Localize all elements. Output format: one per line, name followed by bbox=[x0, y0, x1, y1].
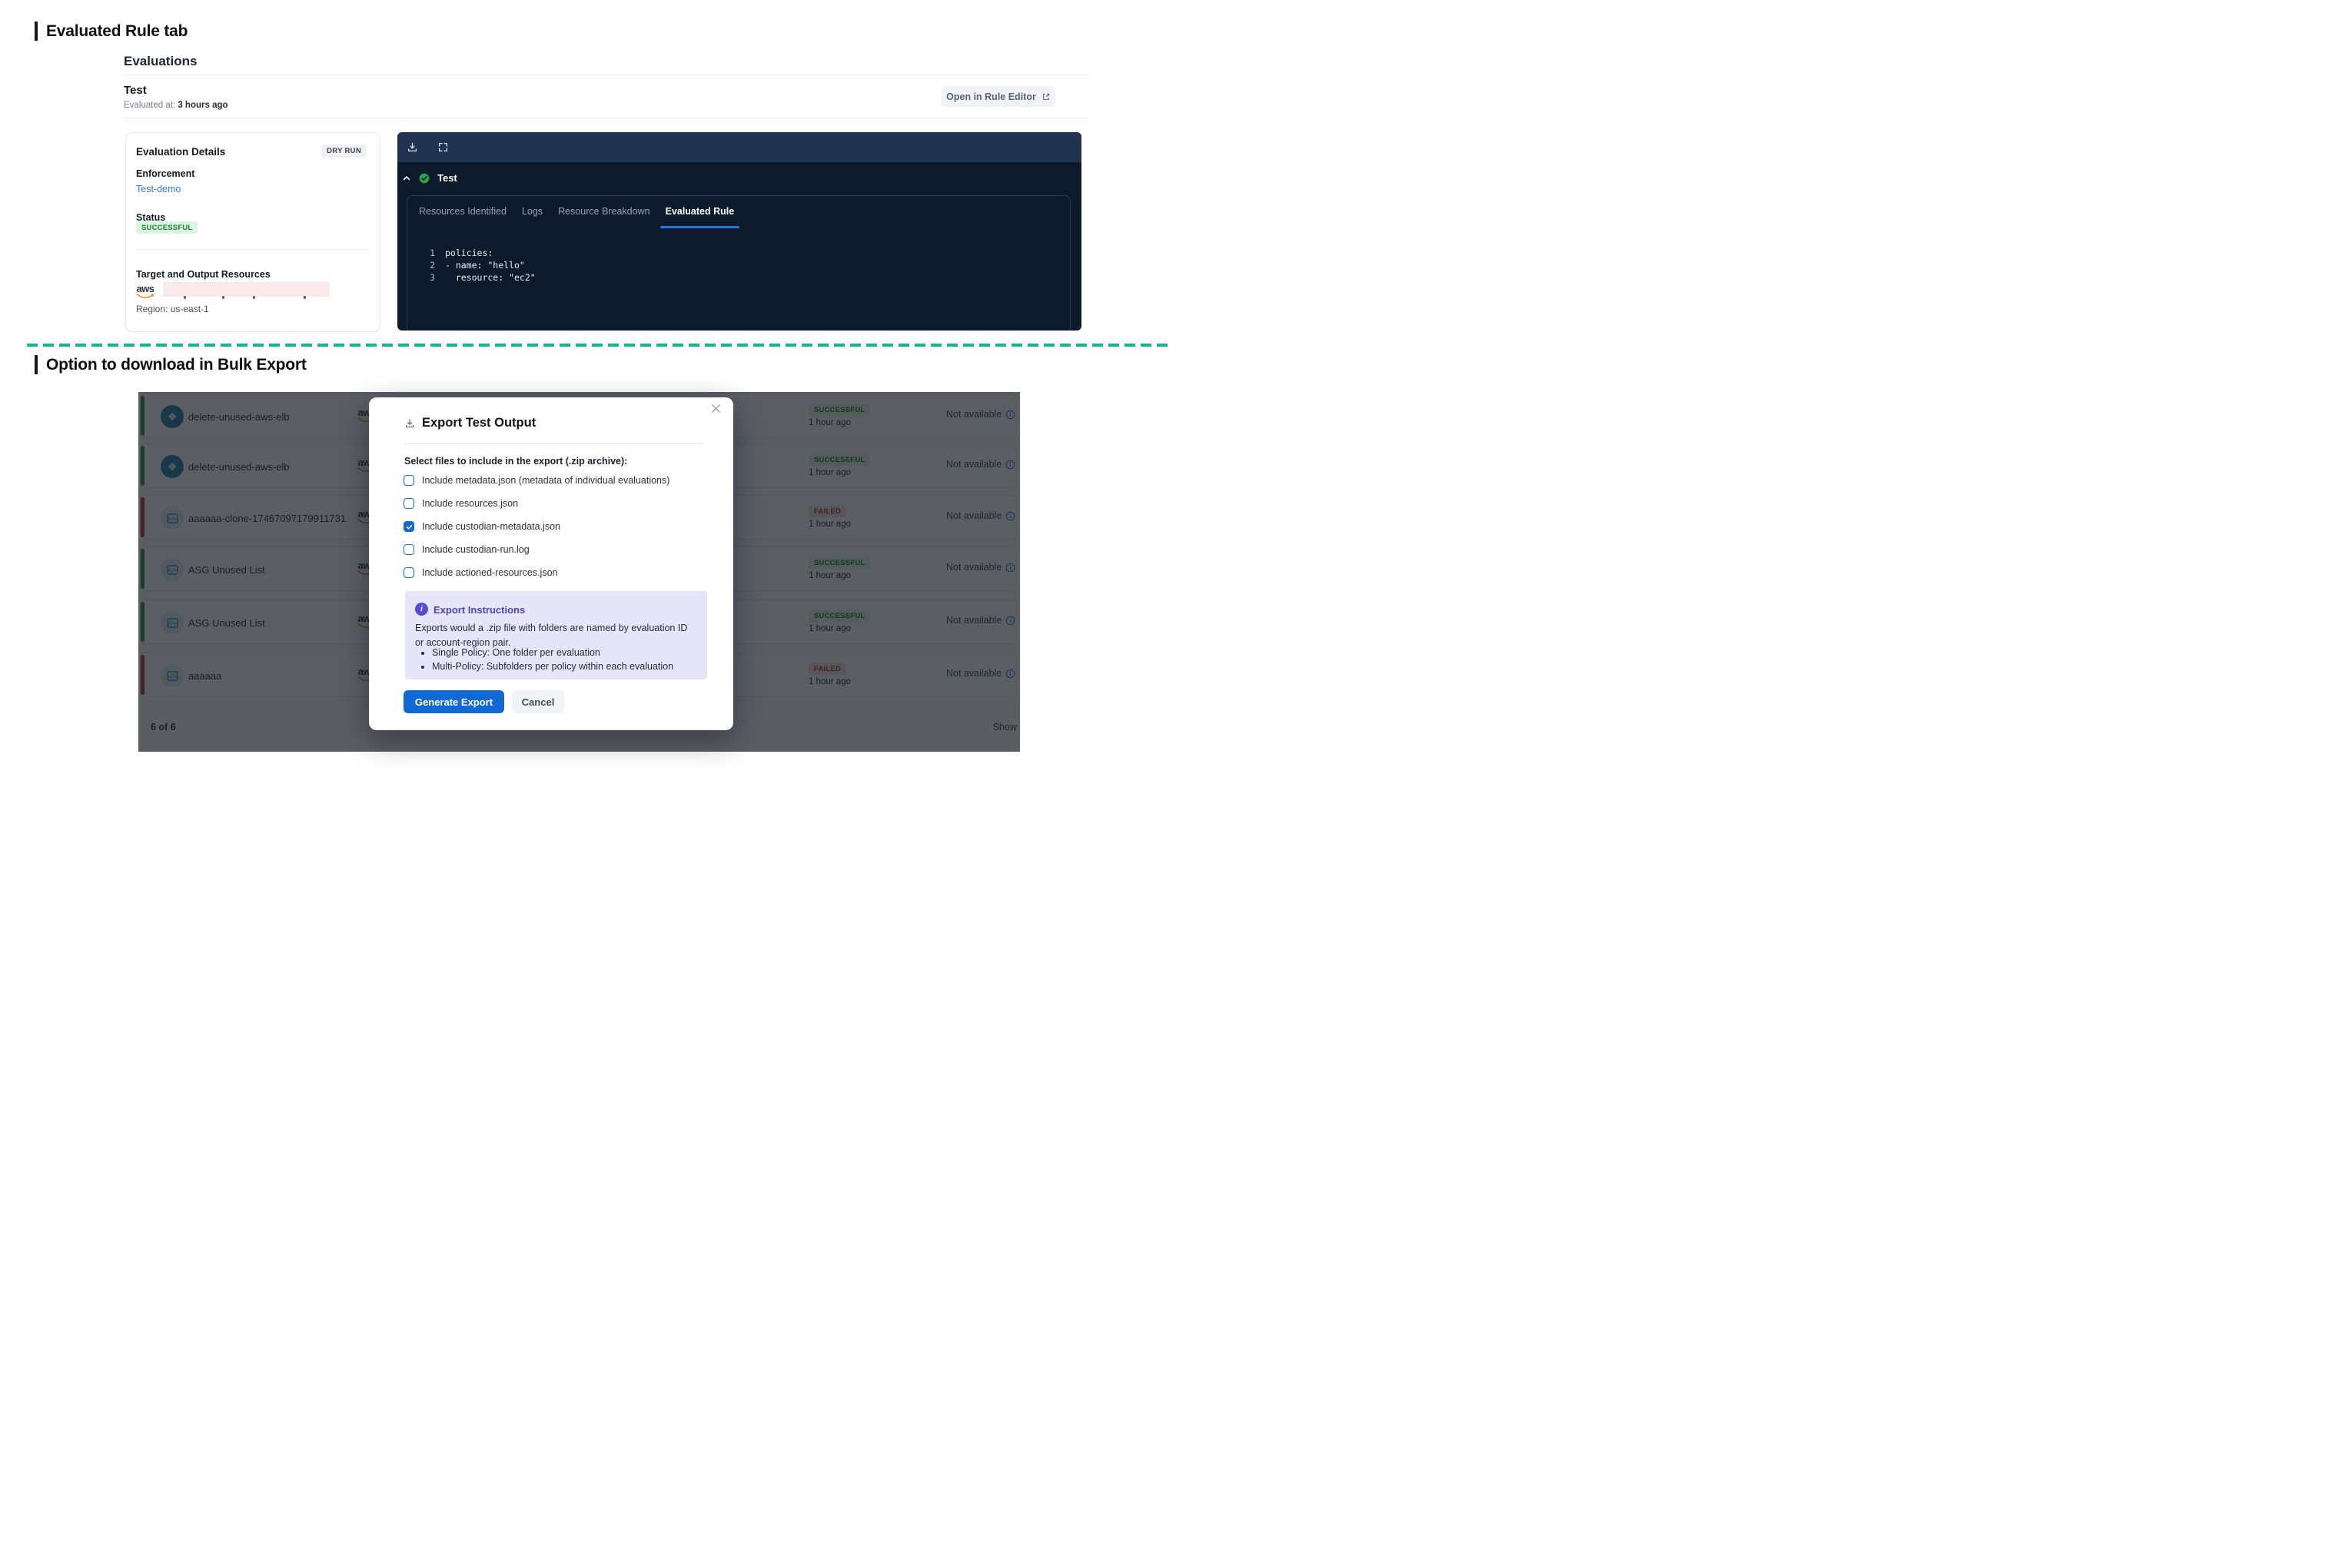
section-title-evaluated-rule: Evaluated Rule tab bbox=[35, 22, 188, 41]
checkbox-include-resources-json[interactable] bbox=[404, 498, 414, 509]
line-number: 3 bbox=[426, 271, 435, 284]
chevron-up-icon[interactable] bbox=[402, 174, 411, 183]
section-title-bulk-export: Option to download in Bulk Export bbox=[35, 355, 307, 374]
line-number: 2 bbox=[426, 259, 435, 271]
redacted-target-name bbox=[163, 282, 330, 297]
region-text: Region: us-east-1 bbox=[136, 304, 209, 314]
checkbox-row: Include resources.json bbox=[404, 498, 518, 509]
card-title: Evaluation Details bbox=[136, 146, 225, 158]
download-icon[interactable] bbox=[407, 141, 418, 153]
instruction-bullet: Single Policy: One folder per evaluation bbox=[432, 646, 673, 660]
checkbox-label: Include metadata.json (metadata of indiv… bbox=[422, 475, 669, 486]
target-resources-label: Target and Output Resources bbox=[136, 269, 271, 280]
viewer-toolbar bbox=[397, 132, 1081, 162]
tab-logs[interactable]: Logs bbox=[522, 206, 543, 218]
aws-logo: aws bbox=[136, 284, 154, 299]
tabs-row: Resources Identified Logs Resource Breakdo… bbox=[419, 206, 734, 218]
line-number: 1 bbox=[426, 247, 435, 259]
modal-title: Export Test Output bbox=[422, 416, 536, 430]
page: Evaluated Rule tab Evaluations Test Eval… bbox=[0, 0, 1176, 784]
checkbox-row: Include custodian-run.log bbox=[404, 544, 530, 555]
result-header-row: Test bbox=[402, 172, 457, 184]
redaction-artifact bbox=[184, 296, 186, 299]
checkbox-row: Include actioned-resources.json bbox=[404, 567, 558, 578]
evaluations-heading: Evaluations bbox=[124, 54, 197, 69]
checkbox-label: Include actioned-resources.json bbox=[422, 567, 558, 578]
line-text: resource: "ec2" bbox=[445, 271, 536, 284]
modal-header: Export Test Output bbox=[404, 416, 536, 430]
checkbox-include-actioned-resources-json[interactable] bbox=[404, 567, 414, 578]
redaction-artifact bbox=[304, 296, 306, 299]
aws-smile-icon bbox=[136, 293, 154, 299]
tab-resources-identified[interactable]: Resources Identified bbox=[419, 206, 507, 218]
tab-evaluated-rule[interactable]: Evaluated Rule bbox=[666, 206, 735, 218]
close-icon[interactable] bbox=[710, 403, 722, 414]
evaluated-at: Evaluated at: 3 hours ago bbox=[124, 101, 228, 110]
redaction-artifact bbox=[222, 296, 224, 299]
generate-export-button[interactable]: Generate Export bbox=[404, 690, 504, 713]
instructions-bullets: Single Policy: One folder per evaluation… bbox=[415, 646, 673, 674]
tab-resource-breakdown[interactable]: Resource Breakdown bbox=[558, 206, 650, 218]
enforcement-label: Enforcement bbox=[136, 168, 194, 179]
checkbox-row: Include custodian-metadata.json bbox=[404, 521, 560, 532]
checkbox-include-metadata-json-metadata-of-individual-evaluations-[interactable] bbox=[404, 475, 414, 486]
checkbox-label: Include custodian-run.log bbox=[422, 544, 530, 555]
line-text: policies: bbox=[445, 247, 493, 259]
result-name: Test bbox=[437, 172, 457, 184]
checkbox-row: Include metadata.json (metadata of indiv… bbox=[404, 475, 669, 486]
code-line: 3 resource: "ec2" bbox=[426, 271, 536, 284]
evaluation-result-viewer: Test Resources Identified Logs Resource Br… bbox=[397, 132, 1081, 331]
section-title-text: Evaluated Rule tab bbox=[46, 22, 188, 41]
checkbox-label: Include custodian-metadata.json bbox=[422, 521, 560, 532]
check-circle-icon bbox=[419, 173, 430, 184]
evaluation-name: Test bbox=[124, 84, 147, 97]
code-line: 2 - name: "hello" bbox=[426, 259, 536, 271]
export-modal: Export Test Output Select files to inclu… bbox=[369, 397, 733, 730]
result-tabs-container: Resources Identified Logs Resource Breakdo… bbox=[407, 195, 1071, 331]
select-files-label: Select files to include in the export (.… bbox=[404, 456, 627, 467]
section-title-text: Option to download in Bulk Export bbox=[46, 356, 307, 374]
status-badge: SUCCESSFUL bbox=[136, 221, 198, 234]
line-text: - name: "hello" bbox=[445, 259, 525, 271]
info-icon: i bbox=[415, 603, 428, 616]
code-line: 1 policies: bbox=[426, 247, 536, 259]
target-resource-row: aws bbox=[136, 282, 367, 301]
open-in-rule-editor-button[interactable]: Open in Rule Editor bbox=[942, 86, 1055, 107]
enforcement-link[interactable]: Test-demo bbox=[136, 184, 181, 194]
export-instructions-box: i Export Instructions Exports would a .z… bbox=[405, 591, 707, 679]
fullscreen-icon[interactable] bbox=[437, 141, 449, 153]
evaluated-at-value: 3 hours ago bbox=[178, 101, 228, 110]
dry-run-badge: DRY RUN bbox=[321, 145, 367, 158]
evaluated-at-label: Evaluated at: bbox=[124, 101, 175, 110]
evaluation-details-card: Evaluation Details DRY RUN Enforcement T… bbox=[125, 132, 380, 332]
code-editor: 1policies:2- name: "hello"3 resource: "e… bbox=[426, 247, 536, 284]
checkbox-include-custodian-metadata-json[interactable] bbox=[404, 521, 414, 532]
redaction-artifact bbox=[253, 296, 255, 299]
title-bar-decoration bbox=[35, 22, 38, 41]
divider bbox=[136, 249, 368, 250]
external-link-icon bbox=[1041, 92, 1051, 101]
instruction-bullet: Multi-Policy: Subfolders per policy with… bbox=[432, 660, 673, 674]
checkbox-include-custodian-run-log[interactable] bbox=[404, 544, 414, 555]
checkbox-label: Include resources.json bbox=[422, 498, 518, 509]
open-in-rule-editor-label: Open in Rule Editor bbox=[946, 91, 1036, 102]
title-bar-decoration bbox=[35, 355, 38, 374]
section-divider bbox=[27, 344, 1168, 347]
instructions-title: Export Instructions bbox=[434, 604, 525, 616]
download-icon bbox=[404, 418, 415, 429]
cancel-button[interactable]: Cancel bbox=[512, 690, 564, 713]
